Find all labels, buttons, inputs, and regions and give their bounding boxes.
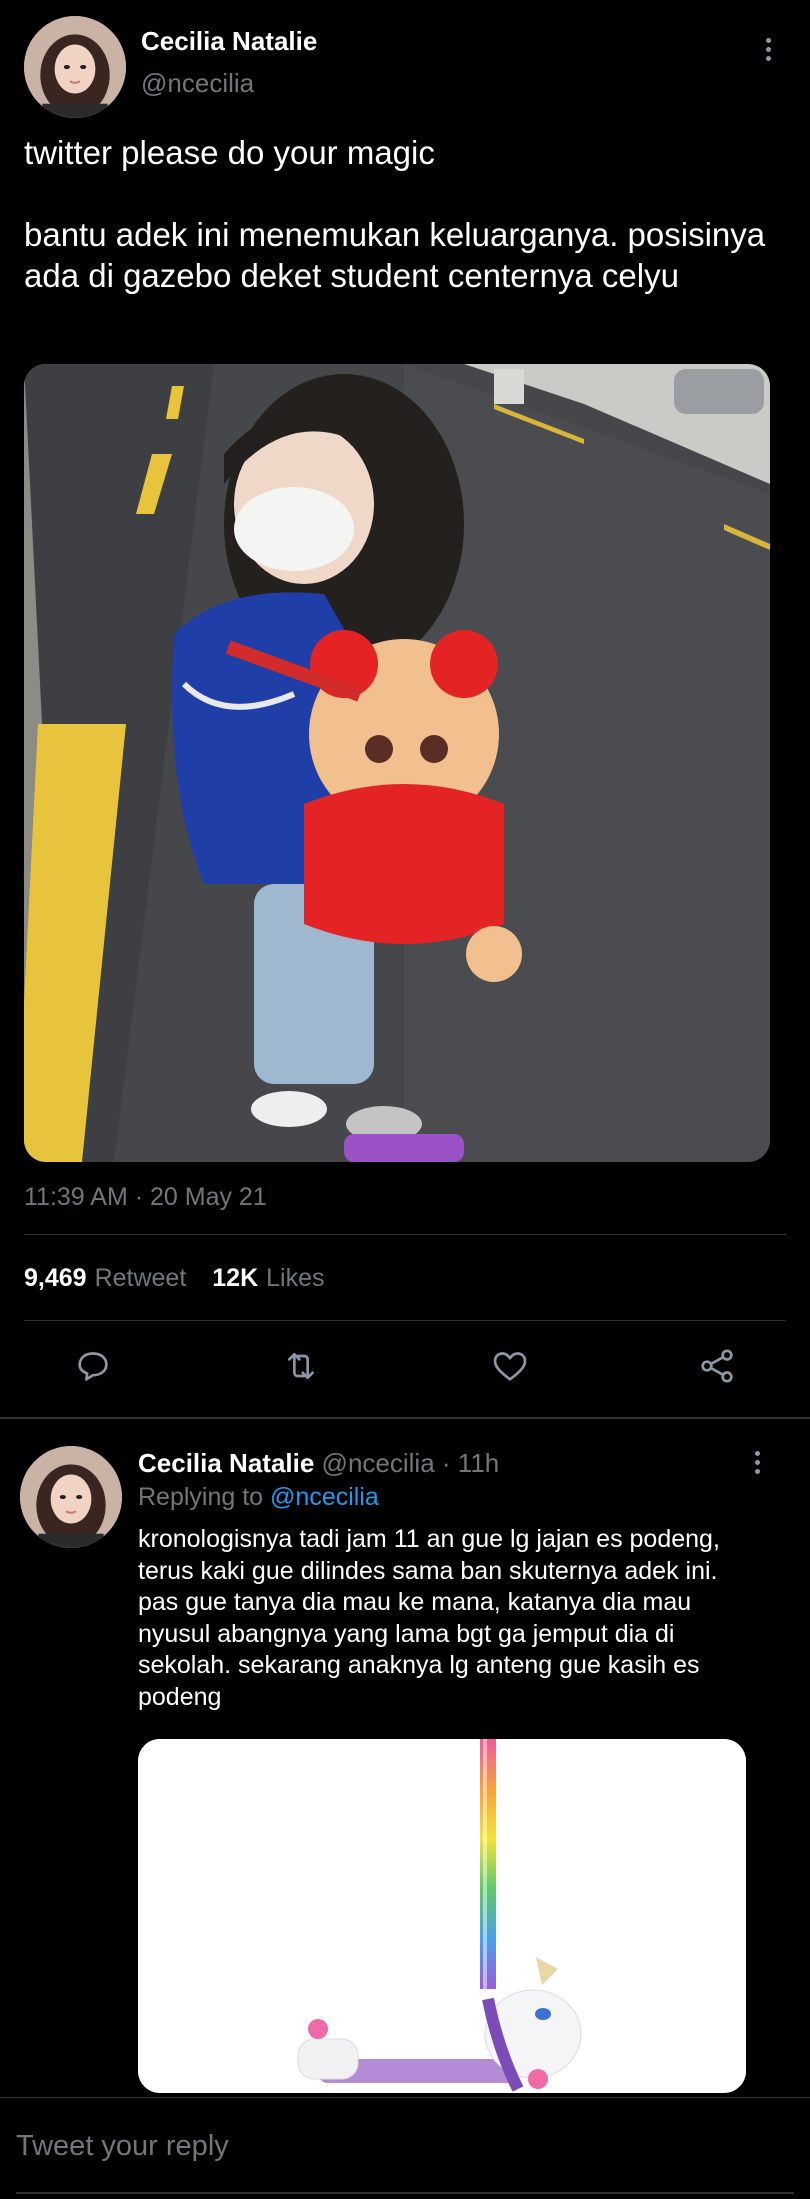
heart-icon xyxy=(493,1352,527,1381)
tweet-timestamp[interactable]: 11:39 AM · 20 May 21 xyxy=(24,1183,267,1212)
tweet-photo[interactable] xyxy=(24,364,770,1162)
like-stat[interactable]: 12K Likes xyxy=(212,1264,324,1293)
section-divider xyxy=(0,1417,810,1419)
avatar-image xyxy=(24,16,126,118)
reply-button[interactable] xyxy=(70,1343,116,1389)
share-nodes-icon xyxy=(701,1349,733,1383)
avatar-image xyxy=(20,1446,122,1548)
reply-author-handle[interactable]: @ncecilia xyxy=(322,1448,435,1478)
tweet-text: twitter please do your magic bantu adek … xyxy=(24,134,766,294)
reply-text: kronologisnya tadi jam 11 an gue lg jaja… xyxy=(138,1525,720,1711)
replying-to-link[interactable]: @ncecilia xyxy=(270,1483,379,1511)
like-button[interactable] xyxy=(487,1343,533,1389)
reply-composer xyxy=(0,2097,810,2199)
composer-underline xyxy=(16,2192,794,2194)
reply-author-name[interactable]: Cecilia Natalie xyxy=(138,1448,314,1478)
retweet-arrows-icon xyxy=(288,1353,314,1379)
reply-header: Cecilia Natalie @ncecilia · 11h xyxy=(138,1448,499,1479)
divider xyxy=(24,1234,786,1235)
unicorn-scooter-photo xyxy=(138,1739,746,2093)
author-name[interactable]: Cecilia Natalie xyxy=(141,26,317,57)
meta-separator: · xyxy=(441,1448,451,1478)
reply-age[interactable]: 11h xyxy=(458,1448,499,1478)
speech-bubble-icon xyxy=(78,1352,108,1381)
reply-photo[interactable] xyxy=(138,1739,746,2093)
tweet-stats: 9,469 Retweet 12K Likes xyxy=(24,1264,325,1293)
author-avatar[interactable] xyxy=(24,16,126,118)
like-label: Likes xyxy=(266,1264,325,1292)
share-button[interactable] xyxy=(694,1343,740,1389)
retweet-button[interactable] xyxy=(278,1343,324,1389)
replying-prefix: Replying to xyxy=(138,1483,264,1511)
divider xyxy=(24,1320,786,1321)
retweet-label: Retweet xyxy=(94,1264,187,1292)
tweet-action-bar xyxy=(0,1343,810,1393)
retweet-count: 9,469 xyxy=(24,1264,87,1292)
reply-author-avatar[interactable] xyxy=(20,1446,122,1548)
more-options-icon[interactable] xyxy=(763,38,773,61)
retweet-stat[interactable]: 9,469 Retweet xyxy=(24,1264,186,1293)
reply-more-options-icon[interactable] xyxy=(752,1451,762,1474)
child-on-road-photo xyxy=(24,364,770,1162)
author-handle[interactable]: @ncecilia xyxy=(141,68,254,99)
replying-to-line: Replying to @ncecilia xyxy=(138,1483,379,1512)
reply-input[interactable] xyxy=(16,2124,776,2168)
like-count: 12K xyxy=(212,1264,259,1292)
